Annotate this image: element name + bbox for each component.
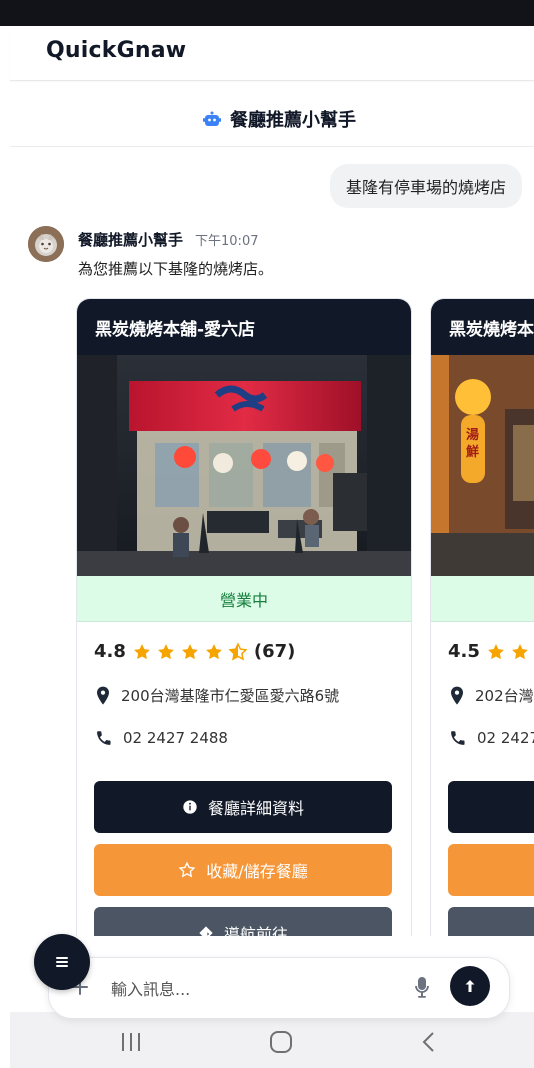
app-title: QuickGnaw: [46, 38, 187, 63]
system-navigation-bar: [10, 1012, 534, 1068]
assistant-header-content: 餐廳推薦小幫手: [202, 106, 356, 132]
recent-apps-icon[interactable]: [116, 1028, 146, 1056]
restaurant-card[interactable]: 黑炭燒烤本舖-愛六店 營業中 4.8 (67) 200台灣基隆市仁愛區愛六路6號…: [76, 298, 412, 936]
restaurant-name-peek: 黑炭燒烤本: [431, 299, 534, 355]
address-text: 200台灣基隆市仁愛區愛六路6號: [121, 687, 340, 705]
menu-icon: [56, 957, 68, 967]
phone-icon: [451, 731, 465, 745]
phone-text: 02 2427 2488: [123, 729, 228, 747]
restaurant-details-button[interactable]: 餐廳詳細資料: [94, 781, 392, 833]
restaurant-carousel[interactable]: 黑炭燒烤本舖-愛六店 營業中 4.8 (67) 200台灣基隆市仁愛區愛六路6號…: [76, 298, 534, 936]
robot-icon: [202, 110, 221, 128]
navigation-icon: [199, 926, 213, 936]
address-row: 200台灣基隆市仁愛區愛六路6號: [95, 685, 339, 706]
message-composer: [48, 957, 510, 1019]
star-icon: [133, 643, 150, 659]
home-icon[interactable]: [266, 1028, 296, 1056]
restaurant-photo: [77, 355, 411, 576]
mic-icon[interactable]: [413, 975, 431, 999]
navigate-button[interactable]: 導航前往: [94, 907, 392, 936]
star-rating-peek: [486, 642, 530, 662]
bot-meta: 餐廳推薦小幫手 下午10:07: [78, 229, 258, 250]
open-status: 營業中: [77, 576, 411, 622]
rating-value-peek: 4.5: [448, 641, 480, 662]
info-icon: [183, 800, 197, 814]
bot-time: 下午10:07: [195, 234, 259, 249]
restaurant-card-peek[interactable]: 黑炭燒烤本 湯 鮮 4.5 202台灣 02 2427: [430, 298, 534, 936]
phone-text-peek: 02 2427: [477, 729, 534, 747]
star-icon: [205, 643, 222, 659]
assistant-header: 餐廳推薦小幫手: [10, 90, 534, 147]
review-count: (67): [253, 641, 296, 662]
phone-row-peek: 02 2427: [449, 729, 534, 747]
navigate-button-label: 導航前往: [223, 925, 288, 936]
svg-text:鮮: 鮮: [466, 444, 479, 460]
address-row-peek: 202台灣: [449, 685, 534, 706]
save-restaurant-button-peek[interactable]: [448, 844, 534, 896]
assistant-title: 餐廳推薦小幫手: [230, 110, 356, 131]
bot-text: 為您推薦以下基隆的燒烤店。: [78, 260, 274, 278]
star-icon: [511, 643, 528, 659]
star-icon: [487, 643, 504, 659]
status-bar: [0, 0, 534, 26]
location-pin-icon: [97, 686, 109, 705]
back-icon[interactable]: [414, 1028, 444, 1056]
send-button[interactable]: [450, 966, 490, 1006]
user-message: 基隆有停車場的燒烤店: [329, 164, 522, 208]
svg-text:湯: 湯: [466, 427, 479, 443]
star-rating: [132, 641, 248, 662]
details-button-label: 餐廳詳細資料: [207, 799, 304, 818]
location-pin-icon: [451, 686, 463, 705]
menu-button[interactable]: [34, 934, 90, 990]
save-button-label: 收藏/儲存餐廳: [206, 862, 308, 881]
bot-name: 餐廳推薦小幫手: [78, 231, 184, 249]
message-input[interactable]: [109, 975, 423, 1003]
restaurant-name: 黑炭燒烤本舖-愛六店: [77, 299, 411, 355]
save-restaurant-button[interactable]: 收藏/儲存餐廳: [94, 844, 392, 896]
rating-value: 4.8: [94, 641, 126, 662]
restaurant-details-button-peek[interactable]: [448, 781, 534, 833]
rating-row: 4.8 (67): [94, 641, 295, 662]
star-icon: [157, 643, 174, 659]
rating-row-peek: 4.5: [448, 641, 530, 662]
phone-row: 02 2427 2488: [95, 729, 228, 747]
avatar: [28, 226, 64, 262]
navigate-button-peek[interactable]: [448, 907, 534, 936]
phone-icon: [97, 731, 111, 745]
restaurant-photo-peek: 湯 鮮: [431, 355, 534, 576]
app-bar: QuickGnaw: [10, 26, 534, 81]
address-text-peek: 202台灣: [475, 687, 534, 705]
star-outline-icon: [178, 861, 196, 878]
send-icon: [465, 980, 475, 992]
half-star-icon: [228, 641, 248, 660]
star-icon: [181, 643, 198, 659]
open-status-peek: [431, 576, 534, 622]
